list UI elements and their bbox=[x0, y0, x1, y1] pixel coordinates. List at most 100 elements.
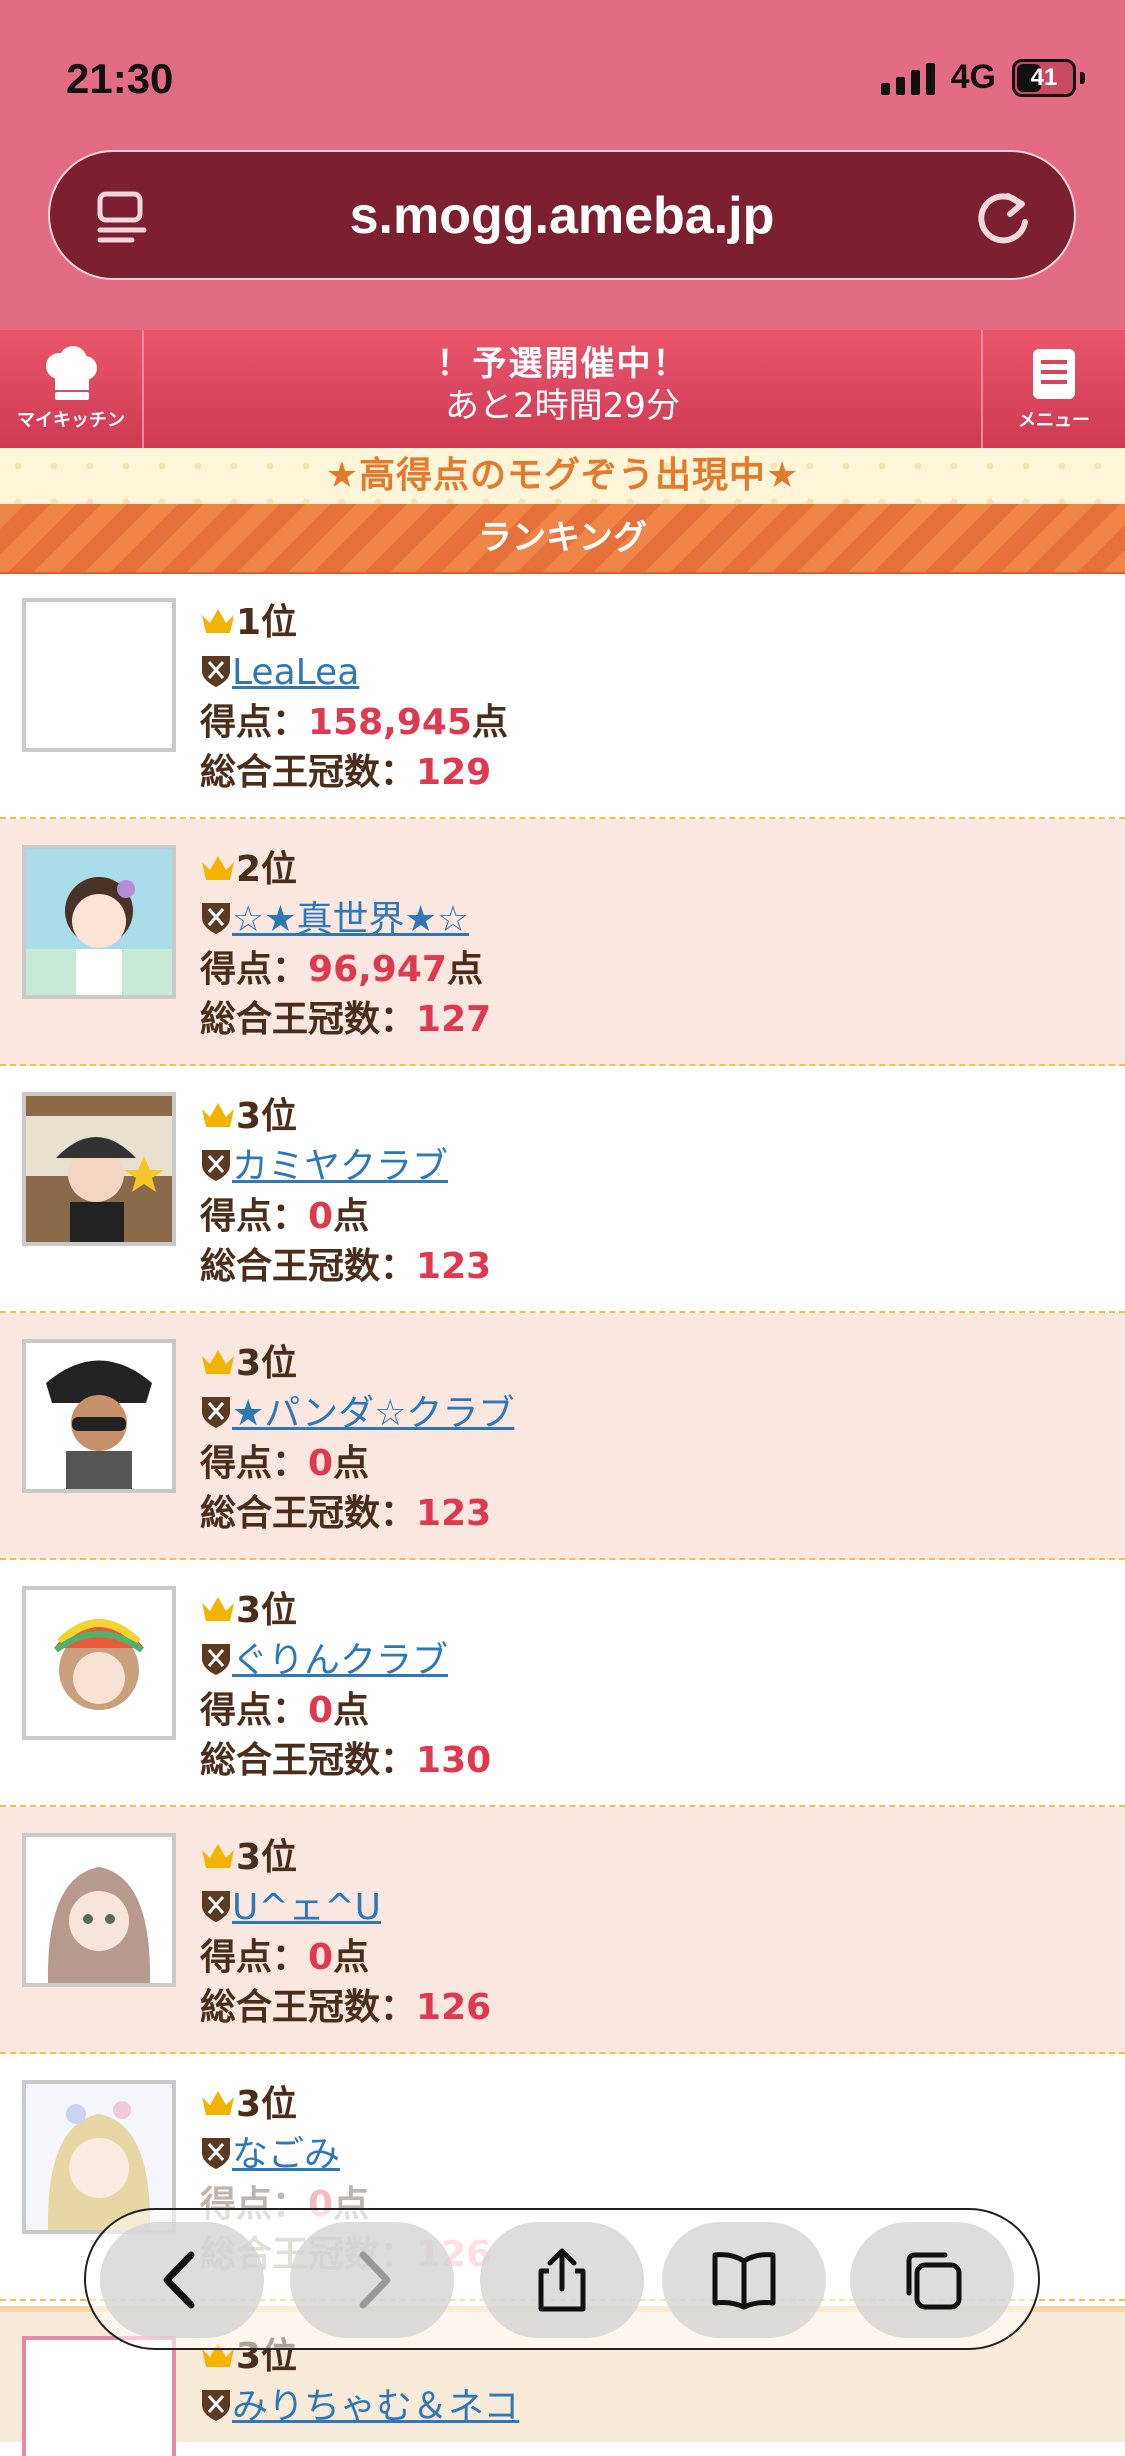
points-suffix: 点 bbox=[333, 1443, 370, 1484]
share-icon bbox=[538, 2248, 586, 2312]
bookmarks-button[interactable] bbox=[662, 2222, 826, 2338]
chef-hat-icon bbox=[46, 346, 97, 400]
ranking-row: 3位 カミヤクラブ 得点：0点 総合王冠数：123 bbox=[0, 1066, 1125, 1313]
crowns-label: 総合王冠数： bbox=[200, 752, 417, 793]
section-title: ランキング bbox=[0, 504, 1125, 574]
my-kitchen-label: マイキッチン bbox=[17, 410, 125, 431]
player-name-link[interactable]: みりちゃむ＆ネコ bbox=[232, 2386, 519, 2427]
points-suffix: 点 bbox=[333, 1196, 370, 1237]
rank-label: 1位 bbox=[236, 602, 298, 643]
player-name-link[interactable]: LeaLea bbox=[232, 652, 359, 693]
avatar[interactable] bbox=[22, 598, 176, 752]
battery-icon: 41 bbox=[1012, 58, 1076, 97]
crowns-label: 総合王冠数： bbox=[200, 1987, 417, 2028]
points-suffix: 点 bbox=[471, 702, 508, 743]
signal-icon bbox=[880, 61, 935, 95]
avatar[interactable] bbox=[22, 845, 176, 999]
crowns-value: 123 bbox=[416, 1493, 492, 1534]
status-indicators: 4G 41 bbox=[880, 58, 1085, 97]
crowns-value: 123 bbox=[416, 1246, 492, 1287]
event-banner[interactable]: ★高得点のモグぞう出現中★ bbox=[0, 448, 1125, 504]
rank-label: 3位 bbox=[236, 1837, 298, 1878]
points-suffix: 点 bbox=[446, 949, 483, 990]
score-value: 96,947 bbox=[308, 949, 447, 990]
my-kitchen-button[interactable]: マイキッチン bbox=[0, 330, 144, 448]
score-value: 0 bbox=[308, 1196, 334, 1237]
avatar[interactable] bbox=[22, 1833, 176, 1987]
score-value: 158,945 bbox=[308, 702, 472, 743]
player-name-link[interactable]: ぐりんクラブ bbox=[232, 1640, 448, 1681]
crown-icon bbox=[202, 609, 234, 633]
player-name-link[interactable]: なごみ bbox=[232, 2134, 340, 2175]
browser-header: 21:30 4G 41 s.mogg.ameba.jp bbox=[0, 0, 1125, 330]
menu-button[interactable]: メニュー bbox=[981, 330, 1125, 448]
score-value: 0 bbox=[308, 1443, 334, 1484]
avatar[interactable] bbox=[22, 2336, 176, 2456]
crowns-label: 総合王冠数： bbox=[200, 1246, 417, 1287]
event-title: ！予選開催中！ bbox=[436, 344, 689, 384]
ranking-list: 1位 LeaLea 得点：158,945点 総合王冠数：129 2位 ☆★真世界… bbox=[0, 572, 1125, 2301]
url-text[interactable]: s.mogg.ameba.jp bbox=[50, 186, 1074, 246]
address-bar[interactable]: s.mogg.ameba.jp bbox=[48, 150, 1076, 280]
score-value: 0 bbox=[308, 1690, 334, 1731]
avatar[interactable] bbox=[22, 1339, 176, 1493]
player-name-link[interactable]: ☆★真世界★☆ bbox=[232, 899, 469, 940]
battery-level: 41 bbox=[1030, 63, 1058, 91]
shield-icon bbox=[202, 1397, 230, 1428]
menu-label: メニュー bbox=[1018, 410, 1090, 431]
crowns-label: 総合王冠数： bbox=[200, 1493, 417, 1534]
back-icon bbox=[163, 2251, 195, 2309]
back-button[interactable] bbox=[100, 2222, 264, 2338]
avatar[interactable] bbox=[22, 1092, 176, 1246]
player-name-link[interactable]: カミヤクラブ bbox=[232, 1146, 448, 1187]
shield-icon bbox=[202, 1891, 230, 1922]
shield-icon bbox=[202, 2138, 230, 2169]
event-countdown: あと2時間29分 bbox=[445, 386, 680, 426]
rank-label: 3位 bbox=[236, 1096, 298, 1137]
tabs-button[interactable] bbox=[850, 2222, 1014, 2338]
score-label: 得点： bbox=[200, 1937, 309, 1978]
crown-icon bbox=[202, 1597, 234, 1621]
shield-icon bbox=[202, 2390, 230, 2421]
crown-icon bbox=[202, 2091, 234, 2115]
rank-label: 2位 bbox=[236, 849, 298, 890]
score-label: 得点： bbox=[200, 1443, 309, 1484]
avatar[interactable] bbox=[22, 1586, 176, 1740]
forward-button[interactable] bbox=[290, 2222, 454, 2338]
crown-icon bbox=[202, 1103, 234, 1127]
game-header: マイキッチン ！予選開催中！ あと2時間29分 メニュー bbox=[0, 330, 1125, 450]
reload-icon[interactable] bbox=[970, 184, 1036, 250]
ranking-row: 3位 U^ェ^U 得点：0点 総合王冠数：126 bbox=[0, 1807, 1125, 2054]
score-label: 得点： bbox=[200, 1690, 309, 1731]
score-label: 得点： bbox=[200, 702, 309, 743]
ranking-row: 2位 ☆★真世界★☆ 得点：96,947点 総合王冠数：127 bbox=[0, 819, 1125, 1066]
browser-toolbar bbox=[84, 2208, 1040, 2350]
ranking-row: 1位 LeaLea 得点：158,945点 総合王冠数：129 bbox=[0, 572, 1125, 819]
shield-icon bbox=[202, 1644, 230, 1675]
shield-icon bbox=[202, 1150, 230, 1181]
crown-icon bbox=[202, 1350, 234, 1374]
crowns-value: 126 bbox=[416, 1987, 492, 2028]
menu-book-icon bbox=[1033, 349, 1075, 399]
rank-label: 3位 bbox=[236, 1343, 298, 1384]
crowns-value: 129 bbox=[416, 752, 492, 793]
player-name-link[interactable]: ★パンダ☆クラブ bbox=[232, 1393, 514, 1434]
share-button[interactable] bbox=[480, 2222, 644, 2338]
shield-icon bbox=[202, 903, 230, 934]
ranking-row: 3位 ぐりんクラブ 得点：0点 総合王冠数：130 bbox=[0, 1560, 1125, 1807]
ranking-row: 3位 ★パンダ☆クラブ 得点：0点 総合王冠数：123 bbox=[0, 1313, 1125, 1560]
rank-label: 3位 bbox=[236, 1590, 298, 1631]
crown-icon bbox=[202, 856, 234, 880]
shield-icon bbox=[202, 656, 230, 687]
score-label: 得点： bbox=[200, 949, 309, 990]
crowns-value: 130 bbox=[416, 1740, 492, 1781]
points-suffix: 点 bbox=[333, 1937, 370, 1978]
tabs-icon bbox=[906, 2252, 962, 2310]
points-suffix: 点 bbox=[333, 1690, 370, 1731]
score-label: 得点： bbox=[200, 1196, 309, 1237]
bookmarks-icon bbox=[712, 2252, 776, 2310]
crowns-value: 127 bbox=[416, 999, 492, 1040]
crown-icon bbox=[202, 1844, 234, 1868]
crowns-label: 総合王冠数： bbox=[200, 1740, 417, 1781]
player-name-link[interactable]: U^ェ^U bbox=[232, 1887, 381, 1928]
